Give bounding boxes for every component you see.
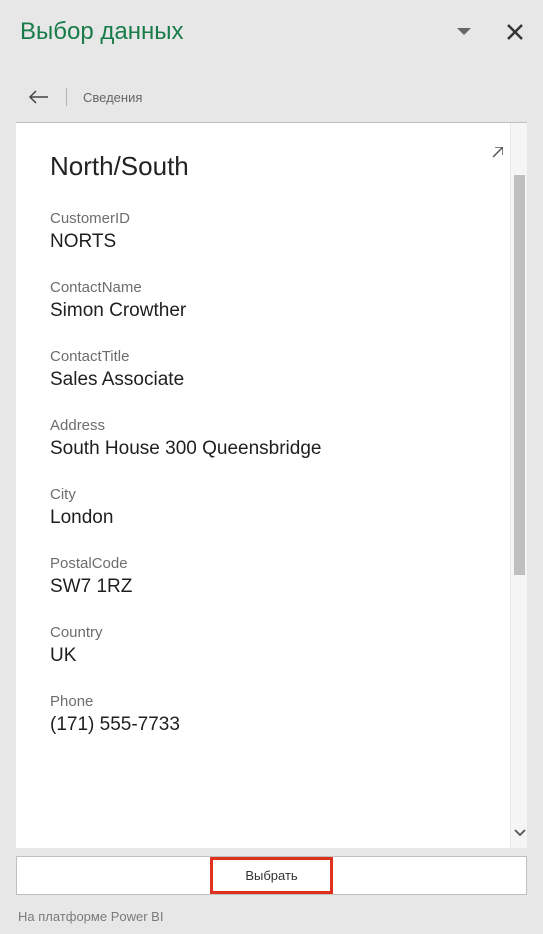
field-label: CustomerID [50, 210, 476, 227]
content-wrapper: North/South CustomerID NORTS ContactName… [16, 122, 527, 848]
dropdown-icon[interactable] [457, 28, 471, 36]
field-value: London [50, 507, 476, 529]
field-label: Country [50, 624, 476, 641]
data-selector-panel: Выбор данных Сведения North/South Custom… [0, 0, 543, 934]
field-city: City London [50, 486, 476, 529]
field-customer-id: CustomerID NORTS [50, 210, 476, 253]
panel-header: Выбор данных [0, 0, 543, 60]
field-value: SW7 1RZ [50, 576, 476, 598]
field-label: ContactTitle [50, 348, 476, 365]
field-label: Phone [50, 693, 476, 710]
chevron-down-icon[interactable] [514, 824, 526, 842]
field-value: UK [50, 645, 476, 667]
field-value: South House 300 Queensbridge [50, 438, 476, 460]
back-arrow-icon[interactable] [28, 90, 50, 104]
field-contact-name: ContactName Simon Crowther [50, 279, 476, 322]
field-value: (171) 555-7733 [50, 714, 476, 736]
scrollbar[interactable] [510, 123, 527, 848]
field-label: PostalCode [50, 555, 476, 572]
field-country: Country UK [50, 624, 476, 667]
field-phone: Phone (171) 555-7733 [50, 693, 476, 736]
field-value: Simon Crowther [50, 300, 476, 322]
footer-text: На платформе Power BI [0, 903, 543, 934]
breadcrumb-row: Сведения [0, 60, 543, 122]
field-address: Address South House 300 Queensbridge [50, 417, 476, 460]
expand-icon[interactable] [489, 147, 503, 166]
select-button[interactable]: Выбрать [210, 857, 332, 894]
scrollbar-thumb[interactable] [514, 175, 525, 575]
header-icons [457, 24, 523, 40]
breadcrumb-label: Сведения [83, 90, 142, 105]
field-label: Address [50, 417, 476, 434]
field-postal-code: PostalCode SW7 1RZ [50, 555, 476, 598]
field-value: NORTS [50, 231, 476, 253]
field-contact-title: ContactTitle Sales Associate [50, 348, 476, 391]
field-value: Sales Associate [50, 369, 476, 391]
field-label: ContactName [50, 279, 476, 296]
panel-title: Выбор данных [20, 18, 183, 46]
details-content: North/South CustomerID NORTS ContactName… [16, 123, 510, 848]
entity-title: North/South [50, 151, 476, 182]
button-row: Выбрать [16, 856, 527, 895]
breadcrumb-divider [66, 88, 67, 106]
field-label: City [50, 486, 476, 503]
close-icon[interactable] [507, 24, 523, 40]
